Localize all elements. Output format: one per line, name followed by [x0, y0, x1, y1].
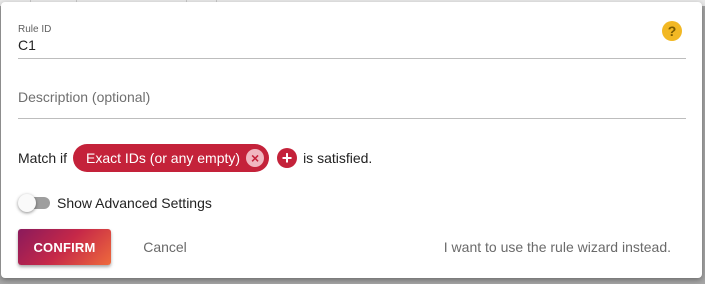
- condition-chip[interactable]: Exact IDs (or any empty) ×: [73, 144, 270, 172]
- rule-id-field[interactable]: Rule ID: [18, 22, 686, 59]
- rule-wizard-link[interactable]: I want to use the rule wizard instead.: [441, 229, 671, 265]
- match-prefix: Match if: [18, 150, 68, 166]
- close-circle-icon[interactable]: ×: [246, 149, 265, 167]
- match-suffix: is satisfied.: [303, 150, 373, 166]
- match-condition-row: Match if Exact IDs (or any empty) × + is…: [18, 143, 372, 173]
- rule-dialog: Rule ID ? Match if Exact IDs (or any emp…: [1, 2, 702, 278]
- add-circle-icon[interactable]: +: [277, 148, 298, 168]
- advanced-settings-label[interactable]: Show Advanced Settings: [57, 195, 212, 211]
- toggle-thumb: [18, 194, 36, 212]
- help-icon[interactable]: ?: [662, 21, 682, 41]
- rule-id-input[interactable]: [18, 37, 618, 53]
- description-field[interactable]: [18, 82, 686, 119]
- rule-id-label: Rule ID: [18, 24, 52, 35]
- confirm-button[interactable]: CONFIRM: [18, 229, 111, 265]
- cancel-button[interactable]: Cancel: [129, 229, 201, 265]
- advanced-settings-row: Show Advanced Settings: [18, 191, 212, 215]
- description-input[interactable]: [18, 89, 678, 105]
- condition-chip-label: Exact IDs (or any empty): [86, 150, 241, 166]
- advanced-settings-toggle[interactable]: [18, 193, 52, 213]
